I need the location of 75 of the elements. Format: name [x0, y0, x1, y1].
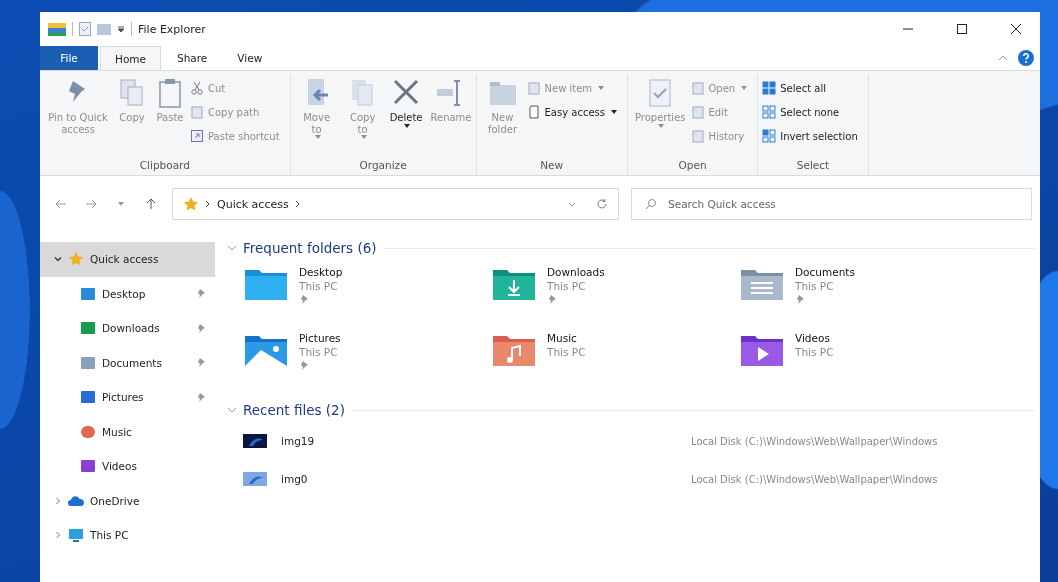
nav-item[interactable]: OneDrive	[40, 483, 215, 518]
section-title: Recent files (2)	[243, 402, 345, 418]
scissors-icon	[190, 81, 204, 95]
folder-location: This PC	[299, 279, 339, 294]
folder-location: This PC	[547, 279, 587, 294]
folder-name[interactable]: Documents	[795, 266, 855, 280]
file-name[interactable]: img19	[281, 435, 691, 447]
computer-icon	[68, 528, 84, 543]
collapse-icon[interactable]	[227, 244, 237, 252]
chevron-icon[interactable]	[294, 200, 301, 208]
nav-item[interactable]: Music	[40, 414, 215, 449]
grid-icon	[762, 81, 777, 95]
collapse-ribbon-icon[interactable]	[998, 54, 1008, 62]
star-icon	[183, 196, 199, 212]
folder-location: This PC	[547, 345, 586, 360]
folder-name[interactable]: Music	[547, 332, 586, 346]
ribbon-button[interactable]: Select all	[762, 77, 864, 99]
file-location: Local Disk (C:)\Windows\Web\Wallpaper\Windows	[691, 435, 938, 447]
help-icon[interactable]	[1018, 50, 1034, 66]
refresh-icon[interactable]	[596, 198, 608, 210]
breadcrumb[interactable]: Quick access	[217, 197, 289, 211]
file-name[interactable]: img0	[281, 473, 691, 485]
search-icon	[645, 198, 657, 210]
folder-icon[interactable]	[48, 22, 66, 36]
ribbon-tab[interactable]: Home	[100, 46, 161, 70]
section-title: Frequent folders (6)	[243, 240, 377, 256]
forward-arrow-icon	[85, 199, 97, 209]
back-arrow-icon	[55, 199, 67, 209]
ribbon-tab[interactable]: Share	[163, 46, 222, 70]
folder-name[interactable]: Desktop	[299, 266, 343, 280]
chevron-icon[interactable]	[205, 200, 211, 208]
close-icon	[1010, 23, 1022, 35]
image-thumbnail-icon	[243, 434, 267, 448]
grid-icon	[762, 129, 777, 143]
star-icon	[68, 252, 84, 267]
properties-icon[interactable]	[79, 22, 91, 36]
nav-item[interactable]: Desktop	[40, 276, 215, 311]
nav-item[interactable]: Videos	[40, 449, 215, 484]
search-field[interactable]: Search Quick access	[631, 188, 1032, 220]
folder-name[interactable]: Downloads	[547, 266, 605, 280]
grid-icon	[762, 105, 777, 119]
maximize-icon	[956, 23, 968, 35]
nav-item[interactable]: Pictures	[40, 380, 215, 415]
group-label: Organize	[358, 159, 408, 173]
group-label: New	[539, 159, 565, 173]
nav-item[interactable]: This PC	[40, 518, 215, 553]
folder-location: This PC	[795, 345, 834, 360]
ribbon-button[interactable]: Invert selection	[762, 125, 864, 147]
folder-name[interactable]: Videos	[795, 332, 834, 346]
image-thumbnail-icon	[243, 472, 267, 486]
nav-item[interactable]: Downloads	[40, 311, 215, 346]
folder-location: This PC	[299, 345, 339, 360]
shortcut-icon	[190, 129, 204, 143]
folder-name[interactable]: Pictures	[299, 332, 341, 346]
nav-item[interactable]: Documents	[40, 345, 215, 380]
dropdown-icon[interactable]	[117, 25, 125, 33]
nav-item[interactable]: Quick access	[40, 242, 215, 277]
group-label: Select	[795, 159, 831, 173]
group-label: Clipboard	[138, 159, 191, 173]
ribbon-tab[interactable]: View	[223, 46, 277, 70]
group-label: Open	[677, 159, 708, 173]
address-bar[interactable]: Quick access	[172, 188, 619, 220]
ribbon-button[interactable]: Select none	[762, 101, 864, 123]
new-folder-icon[interactable]	[97, 23, 111, 35]
caret-icon	[118, 202, 124, 206]
chevron-icon[interactable]	[54, 255, 62, 264]
up-arrow-icon	[146, 198, 156, 210]
window-title: File Explorer	[138, 22, 206, 36]
folder-location: This PC	[795, 279, 835, 294]
file-tab[interactable]: File	[40, 46, 98, 70]
cloud-icon	[68, 493, 84, 508]
collapse-icon[interactable]	[227, 406, 237, 414]
ribbon-button[interactable]: Delete	[386, 75, 426, 159]
file-location: Local Disk (C:)\Windows\Web\Wallpaper\Windows	[691, 473, 938, 485]
ribbon-button[interactable]: Easy access	[526, 101, 623, 123]
